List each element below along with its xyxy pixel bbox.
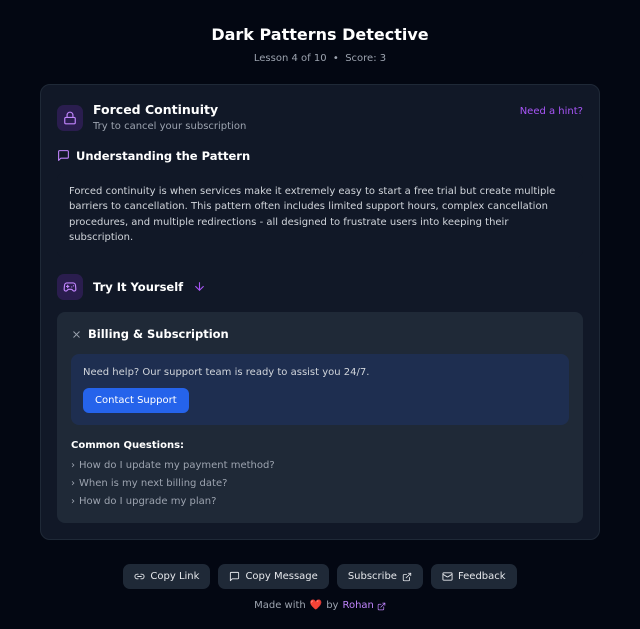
copy-message-button[interactable]: Copy Message (218, 564, 328, 589)
lock-icon (57, 105, 83, 131)
separator-dot: • (333, 53, 339, 64)
close-icon[interactable] (71, 329, 82, 340)
gamepad-icon (57, 274, 83, 300)
faq-section: Common Questions: › How do I update my p… (71, 439, 569, 509)
author-link[interactable]: Rohan (342, 599, 385, 613)
contact-support-button[interactable]: Contact Support (83, 388, 189, 413)
faq-heading: Common Questions: (71, 439, 569, 453)
page-header: Dark Patterns Detective Lesson 4 of 10 •… (40, 24, 600, 66)
support-text: Need help? Our support team is ready to … (83, 366, 557, 380)
external-link-icon (402, 572, 412, 582)
credit-line: Made with ❤️ by Rohan (254, 599, 386, 613)
page-title: Dark Patterns Detective (40, 24, 600, 46)
message-icon (57, 149, 70, 162)
list-item: › When is my next billing date? (71, 477, 569, 491)
lesson-indicator: Lesson 4 of 10 (254, 53, 327, 64)
list-item: › How do I upgrade my plan? (71, 495, 569, 509)
faq-text: How do I upgrade my plan? (79, 495, 216, 509)
subscribe-button[interactable]: Subscribe (337, 564, 423, 589)
try-section-head: Try It Yourself (57, 274, 583, 300)
chevron-right-icon: › (71, 495, 75, 509)
list-item: › How do I update my payment method? (71, 459, 569, 473)
lesson-title: Forced Continuity (93, 101, 246, 119)
link-icon (134, 571, 145, 582)
message-icon (229, 571, 240, 582)
heart-icon: ❤️ (310, 599, 322, 613)
simulation-title: Billing & Subscription (88, 326, 229, 342)
understanding-text: Forced continuity is when services make … (69, 184, 571, 246)
score-indicator: Score: 3 (345, 53, 386, 64)
understanding-title: Understanding the Pattern (76, 148, 250, 164)
mail-icon (442, 571, 453, 582)
chevron-right-icon: › (71, 477, 75, 491)
chevron-right-icon: › (71, 459, 75, 473)
feedback-button[interactable]: Feedback (431, 564, 517, 589)
external-link-icon (377, 602, 386, 611)
lesson-instruction: Try to cancel your subscription (93, 120, 246, 134)
support-callout: Need help? Our support team is ready to … (71, 354, 569, 425)
faq-text: How do I update my payment method? (79, 459, 275, 473)
lesson-card: Forced Continuity Try to cancel your sub… (40, 84, 600, 540)
understanding-box: Forced continuity is when services make … (57, 172, 583, 258)
faq-text: When is my next billing date? (79, 477, 227, 491)
page-subtitle: Lesson 4 of 10 • Score: 3 (40, 52, 600, 66)
understanding-section-head: Understanding the Pattern (57, 148, 583, 164)
copy-link-button[interactable]: Copy Link (123, 564, 210, 589)
simulation-panel: Billing & Subscription Need help? Our su… (57, 312, 583, 523)
try-title: Try It Yourself (93, 279, 183, 295)
hint-button[interactable]: Need a hint? (520, 105, 583, 119)
arrow-down-icon (193, 280, 206, 293)
